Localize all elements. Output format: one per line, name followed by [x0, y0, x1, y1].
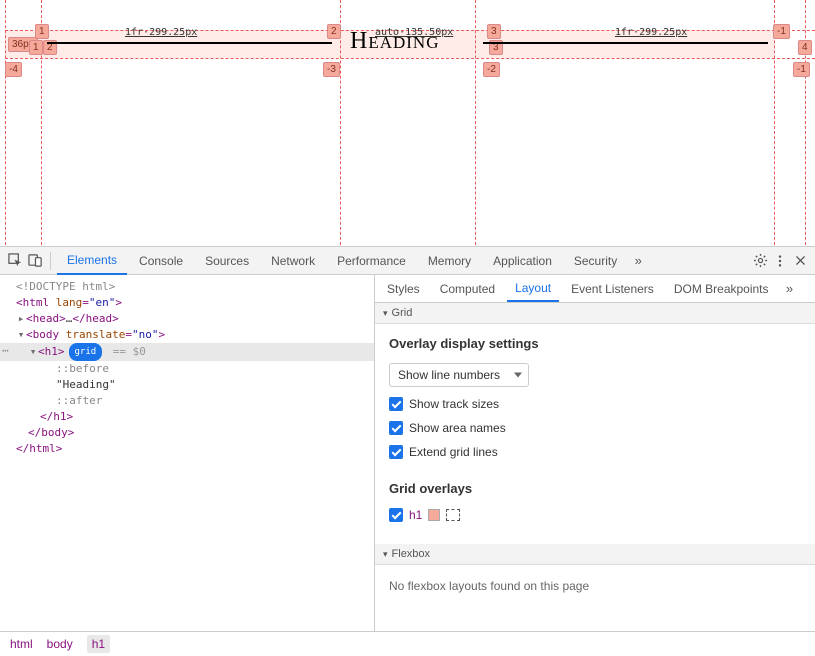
breadcrumbs: html body h1	[0, 631, 815, 655]
tab-console[interactable]: Console	[129, 248, 193, 274]
close-icon[interactable]	[791, 252, 809, 270]
line-number-badge: -1	[793, 62, 810, 77]
sidebar-tab-event-listeners[interactable]: Event Listeners	[563, 277, 662, 301]
layout-sidebar: Styles Computed Layout Event Listeners D…	[375, 275, 815, 631]
tab-elements[interactable]: Elements	[57, 247, 127, 275]
track-label: 1fr·299.25px	[125, 27, 197, 38]
line-number-badge: 4	[798, 40, 812, 55]
flexbox-section-header[interactable]: ▾Flexbox	[375, 544, 815, 565]
line-number-badge: 1	[29, 40, 43, 55]
tab-performance[interactable]: Performance	[327, 248, 416, 274]
overlay-toggle-icon[interactable]	[446, 509, 460, 521]
line-number-badge: -3	[323, 62, 340, 77]
line-number-badge: -4	[5, 62, 22, 77]
tab-security[interactable]: Security	[564, 248, 627, 274]
line-number-badge: 1	[35, 24, 49, 39]
page-viewport: 36px 1fr·299.25px auto·135.50px 1fr·299.…	[0, 0, 815, 247]
grid-overlays-title: Grid overlays	[389, 481, 801, 496]
page-heading: Heading	[350, 28, 440, 55]
checkbox-track-sizes[interactable]	[389, 397, 403, 411]
heading-rule-right	[483, 42, 768, 44]
kebab-icon[interactable]	[771, 252, 789, 270]
checkbox-extend-lines[interactable]	[389, 445, 403, 459]
checkbox-label: Extend grid lines	[409, 445, 498, 459]
tab-sources[interactable]: Sources	[195, 248, 259, 274]
checkbox-overlay-h1[interactable]	[389, 508, 403, 522]
dom-tree-panel[interactable]: <!DOCTYPE html> <html lang="en"> ▸<head>…	[0, 275, 375, 631]
line-numbers-select[interactable]: Show line numbers	[389, 363, 529, 387]
breadcrumb-h1[interactable]: h1	[87, 635, 110, 653]
line-number-badge: -1	[773, 24, 790, 39]
tab-memory[interactable]: Memory	[418, 248, 481, 274]
heading-rule-left	[47, 42, 332, 44]
line-number-badge: -2	[483, 62, 500, 77]
tab-network[interactable]: Network	[261, 248, 325, 274]
more-sidebar-tabs-icon[interactable]: »	[781, 280, 799, 298]
track-label: 1fr·299.25px	[615, 27, 687, 38]
line-number-badge: 3	[487, 24, 501, 39]
sidebar-tab-computed[interactable]: Computed	[432, 277, 503, 301]
overlay-color-swatch[interactable]	[428, 509, 440, 521]
overlay-settings-title: Overlay display settings	[389, 336, 801, 351]
sidebar-tab-dom-breakpoints[interactable]: DOM Breakpoints	[666, 277, 777, 301]
grid-badge[interactable]: grid	[69, 343, 103, 361]
checkbox-area-names[interactable]	[389, 421, 403, 435]
sidebar-tab-styles[interactable]: Styles	[379, 277, 428, 301]
devtools-toolbar: Elements Console Sources Network Perform…	[0, 247, 815, 275]
breadcrumb-html[interactable]: html	[10, 637, 33, 651]
gear-icon[interactable]	[751, 252, 769, 270]
overlay-element-label: h1	[409, 508, 422, 522]
grid-section-header[interactable]: ▾Grid	[375, 303, 815, 324]
grid-overlay: 36px 1fr·299.25px auto·135.50px 1fr·299.…	[5, 0, 810, 75]
inspect-icon[interactable]	[6, 252, 24, 270]
checkbox-label: Show track sizes	[409, 397, 499, 411]
tab-application[interactable]: Application	[483, 248, 562, 274]
line-number-badge: 2	[327, 24, 341, 39]
selected-node-h1[interactable]: ⋯▾<h1>grid == $0	[0, 343, 374, 361]
sidebar-tab-layout[interactable]: Layout	[507, 276, 559, 302]
breadcrumb-body[interactable]: body	[47, 637, 73, 651]
device-icon[interactable]	[26, 252, 44, 270]
checkbox-label: Show area names	[409, 421, 506, 435]
flexbox-empty-message: No flexbox layouts found on this page	[375, 565, 815, 607]
more-tabs-icon[interactable]: »	[629, 252, 647, 270]
